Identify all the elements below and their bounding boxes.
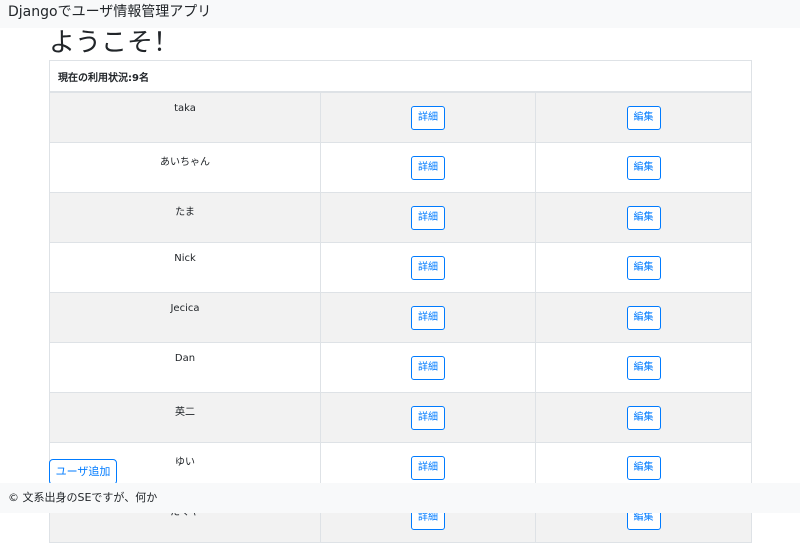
user-name-cell: Dan (49, 342, 321, 393)
user-name: たま (175, 207, 195, 218)
user-name: taka (174, 103, 196, 114)
footer: © 文系出身のSEですが、何か (0, 483, 800, 513)
detail-button[interactable]: 詳細 (411, 455, 445, 480)
edit-button[interactable]: 編集 (626, 455, 661, 480)
user-name-cell: あいちゃん (49, 142, 321, 193)
edit-cell: 編集 (534, 392, 753, 443)
user-name-cell: Nick (49, 242, 321, 293)
user-name: あいちゃん (160, 157, 210, 168)
edit-button[interactable]: 編集 (626, 405, 661, 430)
user-rows: taka 詳細 編集 あいちゃん 詳細 編集 たま 詳細 編集 Nick 詳細 編集 Jecica 詳細編… (49, 91, 753, 543)
user-name: ゆい (175, 457, 195, 468)
detail-cell: 詳細 (320, 292, 536, 343)
detail-cell: 詳細 (320, 242, 536, 293)
table-row: 英二 詳細 編集 (49, 392, 753, 443)
user-name: 英二 (175, 407, 195, 418)
edit-button[interactable]: 編集 (626, 205, 661, 230)
edit-cell: 編集 (534, 91, 753, 143)
edit-cell: 編集 (534, 292, 753, 343)
users-table: 現在の利用状況:9名 taka 詳細 編集 あいちゃん 詳細 編集 たま 詳細 編集 Nick 詳細… (48, 60, 753, 543)
user-name-cell: Jecica (49, 292, 321, 343)
page-title: ようこそ！ (49, 28, 180, 58)
detail-button[interactable]: 詳細 (411, 105, 445, 130)
detail-cell: 詳細 (320, 392, 536, 443)
table-row: Nick 詳細 編集 (49, 242, 753, 293)
add-user-button[interactable]: ユーザ追加 (49, 459, 117, 485)
table-row: taka 詳細 編集 (49, 91, 753, 143)
detail-button[interactable]: 詳細 (411, 155, 445, 180)
edit-cell: 編集 (534, 142, 753, 193)
usage-status-header: 現在の利用状況:9名 (48, 60, 753, 93)
detail-cell: 詳細 (320, 91, 536, 143)
navbar: Djangoでユーザ情報管理アプリ (0, 0, 800, 28)
table-row: あいちゃん 詳細 編集 (49, 142, 753, 193)
detail-button[interactable]: 詳細 (411, 355, 445, 380)
navbar-brand[interactable]: Djangoでユーザ情報管理アプリ (8, 4, 211, 20)
table-header-row: 現在の利用状況:9名 (48, 60, 753, 93)
detail-button[interactable]: 詳細 (411, 255, 445, 280)
edit-cell: 編集 (534, 192, 753, 243)
edit-button[interactable]: 編集 (626, 255, 661, 280)
edit-button[interactable]: 編集 (626, 355, 661, 380)
user-name: Dan (174, 353, 196, 364)
user-name-cell: 英二 (49, 392, 321, 443)
user-name-cell: taka (49, 91, 321, 143)
user-name: Jecica (170, 303, 200, 314)
detail-button[interactable]: 詳細 (411, 405, 445, 430)
detail-cell: 詳細 (320, 192, 536, 243)
detail-button[interactable]: 詳細 (411, 305, 445, 330)
table-row: Jecica 詳細 編集 (49, 292, 753, 343)
edit-button[interactable]: 編集 (626, 105, 661, 130)
user-name: Nick (174, 253, 196, 264)
table-row: Dan 詳細 編集 (49, 342, 753, 393)
detail-cell: 詳細 (320, 142, 536, 193)
table-row: たま 詳細 編集 (49, 192, 753, 243)
detail-cell: 詳細 (320, 342, 536, 393)
edit-cell: 編集 (534, 242, 753, 293)
detail-button[interactable]: 詳細 (411, 205, 445, 230)
footer-text: © 文系出身のSEですが、何か (8, 491, 158, 504)
edit-cell: 編集 (534, 342, 753, 393)
user-name-cell: たま (49, 192, 321, 243)
edit-button[interactable]: 編集 (626, 155, 661, 180)
edit-button[interactable]: 編集 (626, 305, 661, 330)
